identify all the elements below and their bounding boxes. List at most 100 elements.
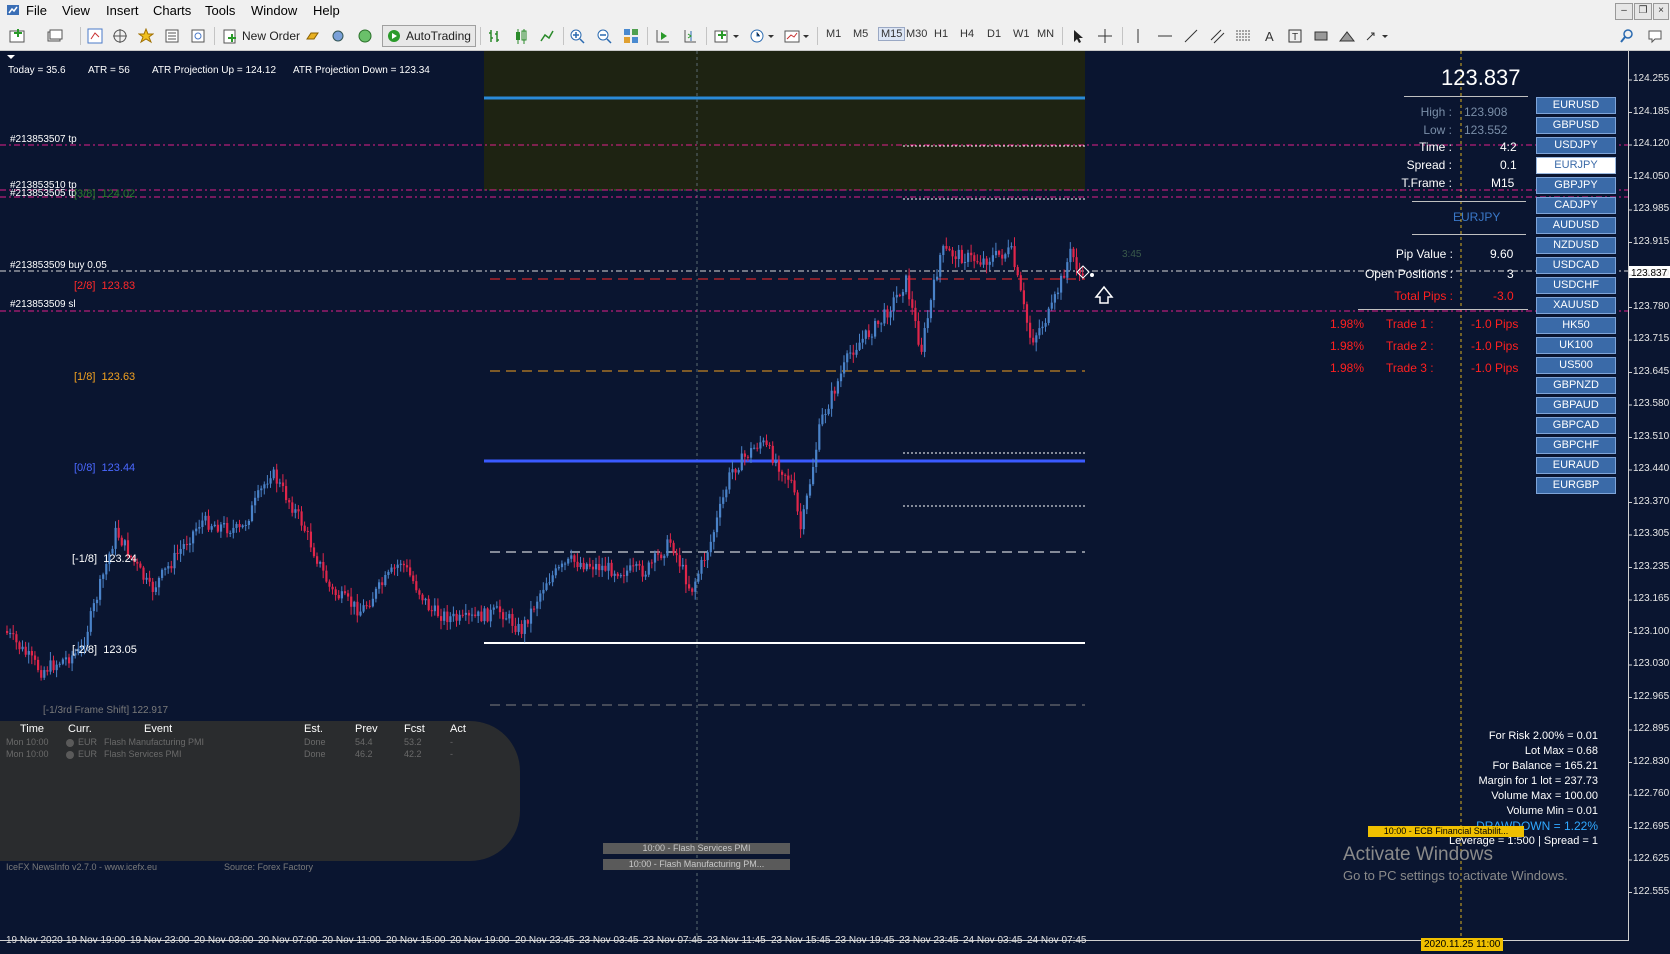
symbol-button-gbpaud[interactable]: GBPAUD xyxy=(1536,397,1616,414)
zoom-in-icon[interactable] xyxy=(567,26,587,46)
timeframe-m1[interactable]: M1 xyxy=(826,28,841,40)
vertical-line-icon[interactable] xyxy=(1128,26,1148,46)
candle-body xyxy=(619,575,622,577)
timeframe-h1[interactable]: H1 xyxy=(934,28,948,40)
candle-body xyxy=(967,252,970,262)
symbol-button-hk50[interactable]: HK50 xyxy=(1536,317,1616,334)
candle-body xyxy=(343,591,347,594)
market-icon[interactable] xyxy=(355,26,375,46)
symbol-button-uk100[interactable]: UK100 xyxy=(1536,337,1616,354)
time-axis-label: 19 Nov 2020 xyxy=(6,935,63,946)
horizontal-line-icon[interactable] xyxy=(1155,26,1175,46)
menu-charts[interactable]: Charts xyxy=(153,3,191,19)
menu-insert[interactable]: Insert xyxy=(106,3,139,19)
symbol-button-gbpusd[interactable]: GBPUSD xyxy=(1536,117,1616,134)
candle-body xyxy=(663,555,666,559)
symbol-button-usdcad[interactable]: USDCAD xyxy=(1536,257,1616,274)
arrows-icon[interactable] xyxy=(1363,26,1393,46)
candle-body xyxy=(548,582,551,584)
chart-area[interactable]: Today = 35.6 ATR = 56 ATR Projection Up … xyxy=(0,51,1670,954)
close-icon[interactable]: × xyxy=(1653,3,1669,20)
restore-icon[interactable]: ❐ xyxy=(1634,3,1652,20)
candle-body xyxy=(436,605,440,617)
candlestick-icon[interactable] xyxy=(511,26,531,46)
symbol-button-audusd[interactable]: AUDUSD xyxy=(1536,217,1616,234)
candle-body xyxy=(281,482,285,487)
candle-body xyxy=(948,248,951,251)
symbol-button-nzdusd[interactable]: NZDUSD xyxy=(1536,237,1616,254)
menu-window[interactable]: Window xyxy=(251,3,297,19)
tile-windows-icon[interactable] xyxy=(621,26,641,46)
favorites-icon[interactable] xyxy=(136,26,156,46)
candle-body xyxy=(384,575,387,586)
symbol-button-eurjpy[interactable]: EURJPY xyxy=(1536,157,1616,174)
trendline-icon[interactable] xyxy=(1181,26,1201,46)
crosshair-icon[interactable] xyxy=(1095,26,1115,46)
candle-body xyxy=(95,599,99,604)
chat-icon[interactable] xyxy=(1645,26,1665,46)
symbol-button-us500[interactable]: US500 xyxy=(1536,357,1616,374)
profiles-icon[interactable] xyxy=(45,26,65,46)
gold-icon[interactable] xyxy=(303,26,323,46)
timeframe-m15[interactable]: M15 xyxy=(878,27,906,41)
menu-tools[interactable]: Tools xyxy=(205,3,235,19)
triangle-icon[interactable] xyxy=(1337,26,1357,46)
symbol-button-gbpchf[interactable]: GBPCHF xyxy=(1536,437,1616,454)
candle-body xyxy=(700,559,703,574)
candle-body xyxy=(564,563,567,565)
candle-body xyxy=(588,563,591,567)
news-row-2-est: Done xyxy=(304,749,326,759)
symbol-button-usdchf[interactable]: USDCHF xyxy=(1536,277,1616,294)
symbol-button-gbpjpy[interactable]: GBPJPY xyxy=(1536,177,1616,194)
text-label-icon[interactable]: T xyxy=(1285,26,1305,46)
candle-body xyxy=(12,633,15,635)
cursor-icon[interactable] xyxy=(1068,26,1088,46)
zoom-out-icon[interactable] xyxy=(594,26,614,46)
symbol-button-xauusd[interactable]: XAUUSD xyxy=(1536,297,1616,314)
symbol-button-eurgbp[interactable]: EURGBP xyxy=(1536,477,1616,494)
fibonacci-icon[interactable] xyxy=(1233,26,1253,46)
chart-shift-icon[interactable] xyxy=(680,26,700,46)
indicators-icon[interactable] xyxy=(712,26,742,46)
navigator-icon[interactable] xyxy=(110,26,130,46)
autoscroll-icon[interactable] xyxy=(653,26,673,46)
signals-icon[interactable] xyxy=(328,26,348,46)
symbol-button-gbpcad[interactable]: GBPCAD xyxy=(1536,417,1616,434)
minimize-icon[interactable]: – xyxy=(1615,3,1633,20)
rectangle-icon[interactable] xyxy=(1311,26,1331,46)
symbol-button-cadjpy[interactable]: CADJPY xyxy=(1536,197,1616,214)
market-watch-icon[interactable] xyxy=(85,26,105,46)
trade-3-label: Trade 3 : xyxy=(1386,361,1434,375)
candle-body xyxy=(1066,262,1069,278)
candle-body xyxy=(229,532,232,534)
search-icon[interactable] xyxy=(1617,26,1637,46)
candle-body xyxy=(99,578,102,600)
symbol-button-eurusd[interactable]: EURUSD xyxy=(1536,97,1616,114)
price-axis-label: 122.760 xyxy=(1633,788,1670,799)
timeframe-d1[interactable]: D1 xyxy=(987,28,1001,40)
timeframe-m5[interactable]: M5 xyxy=(853,28,868,40)
timeframe-w1[interactable]: W1 xyxy=(1013,28,1030,40)
data-window-icon[interactable] xyxy=(162,26,182,46)
menu-file[interactable]: File xyxy=(26,3,47,19)
spread-label: Spread : xyxy=(1406,158,1452,172)
symbol-button-gbpnzd[interactable]: GBPNZD xyxy=(1536,377,1616,394)
line-chart-icon[interactable] xyxy=(537,26,557,46)
channel-icon[interactable] xyxy=(1207,26,1227,46)
bar-chart-icon[interactable] xyxy=(485,26,505,46)
menu-view[interactable]: View xyxy=(62,3,90,19)
templates-icon[interactable] xyxy=(782,26,812,46)
timeframe-h4[interactable]: H4 xyxy=(960,28,974,40)
chart-collapse-icon[interactable] xyxy=(6,53,16,61)
text-icon[interactable]: A xyxy=(1259,26,1279,46)
symbol-button-usdjpy[interactable]: USDJPY xyxy=(1536,137,1616,154)
autotrading-button[interactable]: AutoTrading xyxy=(382,25,476,47)
menu-help[interactable]: Help xyxy=(313,3,340,19)
periods-icon[interactable] xyxy=(747,26,777,46)
strategy-tester-icon[interactable] xyxy=(188,26,208,46)
symbol-button-euraud[interactable]: EURAUD xyxy=(1536,457,1616,474)
timeframe-m30[interactable]: M30 xyxy=(906,28,927,40)
timeframe-mn[interactable]: MN xyxy=(1037,28,1054,40)
candle-body xyxy=(306,530,309,532)
new-chart-icon[interactable] xyxy=(8,26,28,46)
